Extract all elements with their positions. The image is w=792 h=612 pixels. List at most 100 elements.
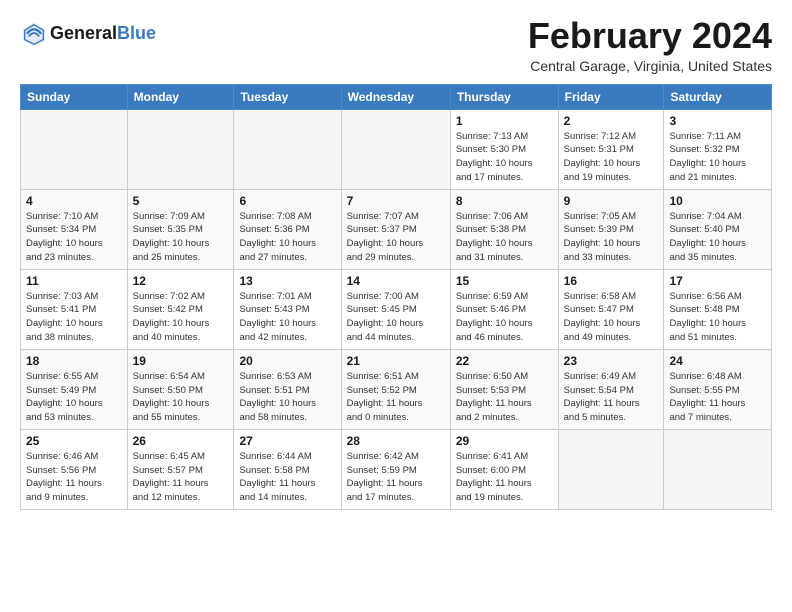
calendar-header: GeneralBlue February 2024 Central Garage… [20,16,772,74]
calendar-table: SundayMondayTuesdayWednesdayThursdayFrid… [20,84,772,510]
weekday-header-thursday: Thursday [450,84,558,109]
weekday-header-friday: Friday [558,84,664,109]
day-info: Sunrise: 7:09 AMSunset: 5:35 PMDaylight:… [133,210,229,265]
day-info: Sunrise: 6:54 AMSunset: 5:50 PMDaylight:… [133,370,229,425]
day-number: 3 [669,114,766,128]
day-info: Sunrise: 7:05 AMSunset: 5:39 PMDaylight:… [564,210,659,265]
calendar-cell: 16Sunrise: 6:58 AMSunset: 5:47 PMDayligh… [558,269,664,349]
calendar-cell [558,429,664,509]
calendar-cell [664,429,772,509]
calendar-cell: 4 Sunrise: 7:10 AMSunset: 5:34 PMDaylight… [21,189,128,269]
day-info: Sunrise: 6:53 AMSunset: 5:51 PMDaylight:… [239,370,335,425]
day-number: 22 [456,354,553,368]
month-title: February 2024 [528,16,772,56]
weekday-header-tuesday: Tuesday [234,84,341,109]
day-number: 21 [347,354,445,368]
day-info: Sunrise: 7:04 AMSunset: 5:40 PMDaylight:… [669,210,766,265]
calendar-cell: 5 Sunrise: 7:09 AMSunset: 5:35 PMDaylight… [127,189,234,269]
calendar-cell: 26 Sunrise: 6:45 AMSunset: 5:57 PMDayligh… [127,429,234,509]
calendar-cell: 24Sunrise: 6:48 AMSunset: 5:55 PMDayligh… [664,349,772,429]
day-info: Sunrise: 6:58 AMSunset: 5:47 PMDaylight:… [564,290,659,345]
day-info: Sunrise: 6:41 AMSunset: 6:00 PMDaylight:… [456,450,553,505]
location-subtitle: Central Garage, Virginia, United States [528,58,772,74]
day-info: Sunrise: 6:42 AMSunset: 5:59 PMDaylight:… [347,450,445,505]
calendar-cell: 6 Sunrise: 7:08 AMSunset: 5:36 PMDaylight… [234,189,341,269]
calendar-cell: 10 Sunrise: 7:04 AMSunset: 5:40 PMDayligh… [664,189,772,269]
day-number: 10 [669,194,766,208]
day-info: Sunrise: 7:10 AMSunset: 5:34 PMDaylight:… [26,210,122,265]
day-info: Sunrise: 7:12 AMSunset: 5:31 PMDaylight:… [564,130,659,185]
day-number: 4 [26,194,122,208]
day-number: 27 [239,434,335,448]
calendar-cell: 25 Sunrise: 6:46 AMSunset: 5:56 PMDayligh… [21,429,128,509]
day-number: 19 [133,354,229,368]
calendar-cell: 12Sunrise: 7:02 AMSunset: 5:42 PMDayligh… [127,269,234,349]
day-number: 6 [239,194,335,208]
day-info: Sunrise: 7:06 AMSunset: 5:38 PMDaylight:… [456,210,553,265]
day-number: 5 [133,194,229,208]
day-number: 11 [26,274,122,288]
day-number: 12 [133,274,229,288]
calendar-cell: 21 Sunrise: 6:51 AMSunset: 5:52 PMDayligh… [341,349,450,429]
calendar-week-2: 4 Sunrise: 7:10 AMSunset: 5:34 PMDaylight… [21,189,772,269]
calendar-cell: 28Sunrise: 6:42 AMSunset: 5:59 PMDayligh… [341,429,450,509]
calendar-cell: 11 Sunrise: 7:03 AMSunset: 5:41 PMDayligh… [21,269,128,349]
calendar-cell [21,109,128,189]
day-info: Sunrise: 6:46 AMSunset: 5:56 PMDaylight:… [26,450,122,505]
day-info: Sunrise: 7:11 AMSunset: 5:32 PMDaylight:… [669,130,766,185]
day-number: 9 [564,194,659,208]
calendar-week-4: 18 Sunrise: 6:55 AMSunset: 5:49 PMDayligh… [21,349,772,429]
logo-icon [20,20,48,48]
calendar-cell: 9 Sunrise: 7:05 AMSunset: 5:39 PMDaylight… [558,189,664,269]
calendar-cell: 1 Sunrise: 7:13 AMSunset: 5:30 PMDaylight… [450,109,558,189]
calendar-cell: 20Sunrise: 6:53 AMSunset: 5:51 PMDayligh… [234,349,341,429]
day-info: Sunrise: 6:49 AMSunset: 5:54 PMDaylight:… [564,370,659,425]
calendar-week-3: 11 Sunrise: 7:03 AMSunset: 5:41 PMDayligh… [21,269,772,349]
day-info: Sunrise: 7:00 AMSunset: 5:45 PMDaylight:… [347,290,445,345]
calendar-cell: 23 Sunrise: 6:49 AMSunset: 5:54 PMDayligh… [558,349,664,429]
day-number: 7 [347,194,445,208]
calendar-cell: 27 Sunrise: 6:44 AMSunset: 5:58 PMDayligh… [234,429,341,509]
logo-blue: Blue [117,23,156,43]
calendar-cell: 7Sunrise: 7:07 AMSunset: 5:37 PMDaylight… [341,189,450,269]
logo: GeneralBlue [20,20,156,48]
logo-general: General [50,23,117,43]
weekday-header-sunday: Sunday [21,84,128,109]
day-number: 23 [564,354,659,368]
calendar-cell: 2 Sunrise: 7:12 AMSunset: 5:31 PMDaylight… [558,109,664,189]
weekday-header-saturday: Saturday [664,84,772,109]
day-info: Sunrise: 7:13 AMSunset: 5:30 PMDaylight:… [456,130,553,185]
weekday-header-monday: Monday [127,84,234,109]
day-number: 17 [669,274,766,288]
title-area: February 2024 Central Garage, Virginia, … [528,16,772,74]
day-number: 26 [133,434,229,448]
day-info: Sunrise: 6:45 AMSunset: 5:57 PMDaylight:… [133,450,229,505]
day-info: Sunrise: 6:56 AMSunset: 5:48 PMDaylight:… [669,290,766,345]
calendar-cell: 13Sunrise: 7:01 AMSunset: 5:43 PMDayligh… [234,269,341,349]
day-number: 15 [456,274,553,288]
day-number: 25 [26,434,122,448]
calendar-week-1: 1 Sunrise: 7:13 AMSunset: 5:30 PMDaylight… [21,109,772,189]
day-info: Sunrise: 6:51 AMSunset: 5:52 PMDaylight:… [347,370,445,425]
day-number: 18 [26,354,122,368]
calendar-cell: 22Sunrise: 6:50 AMSunset: 5:53 PMDayligh… [450,349,558,429]
calendar-cell: 14 Sunrise: 7:00 AMSunset: 5:45 PMDayligh… [341,269,450,349]
day-info: Sunrise: 7:03 AMSunset: 5:41 PMDaylight:… [26,290,122,345]
day-number: 1 [456,114,553,128]
calendar-cell: 19 Sunrise: 6:54 AMSunset: 5:50 PMDayligh… [127,349,234,429]
weekday-header-row: SundayMondayTuesdayWednesdayThursdayFrid… [21,84,772,109]
day-number: 2 [564,114,659,128]
calendar-cell: 3 Sunrise: 7:11 AMSunset: 5:32 PMDaylight… [664,109,772,189]
calendar-cell [127,109,234,189]
day-info: Sunrise: 6:59 AMSunset: 5:46 PMDaylight:… [456,290,553,345]
calendar-cell [341,109,450,189]
day-number: 14 [347,274,445,288]
day-info: Sunrise: 6:55 AMSunset: 5:49 PMDaylight:… [26,370,122,425]
calendar-cell [234,109,341,189]
day-info: Sunrise: 7:08 AMSunset: 5:36 PMDaylight:… [239,210,335,265]
calendar-week-5: 25 Sunrise: 6:46 AMSunset: 5:56 PMDayligh… [21,429,772,509]
day-info: Sunrise: 6:44 AMSunset: 5:58 PMDaylight:… [239,450,335,505]
day-number: 24 [669,354,766,368]
day-info: Sunrise: 7:01 AMSunset: 5:43 PMDaylight:… [239,290,335,345]
calendar-cell: 8Sunrise: 7:06 AMSunset: 5:38 PMDaylight… [450,189,558,269]
